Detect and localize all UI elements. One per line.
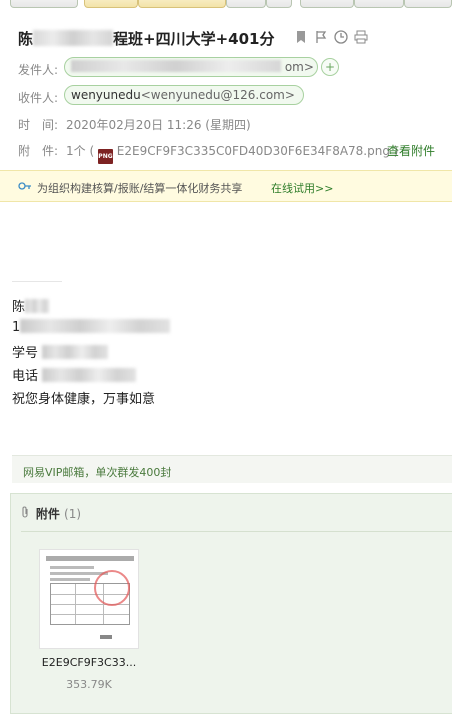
add-contact-button[interactable]: + [321,58,339,76]
stamp-seal [94,570,130,606]
redacted-sender [71,60,281,72]
attachment-name[interactable]: E2E9CF9F3C33... [39,656,139,669]
toolbar-button-reply[interactable] [84,0,138,8]
body-divider [12,281,62,282]
student-id-label: 学号 [12,346,39,361]
redacted-text [20,319,171,333]
body-line-name-prefix: 陈 [12,300,26,315]
attachments-count: (1) [64,507,82,521]
ad-trial-link[interactable]: 在线试用>> [271,180,333,196]
attachments-title: 附件 [35,507,60,521]
to-label: 收件人: [18,91,59,105]
time-value: 2020年02月20日 11:26 (星期四) [66,118,251,132]
sender-pill[interactable]: om> [64,57,318,77]
subject-prefix: 陈 [18,30,34,48]
recipient-email: <wenyunedu@126.com> [140,88,295,102]
mail-subject: 陈 程班+四川大学+401分 [18,28,274,49]
ad-icon [18,180,32,192]
toolbar-button-forward[interactable] [138,0,226,8]
attachments-header: 附件 (1) [21,505,81,522]
thumb-title-bar [46,556,134,561]
thumb-footer [100,635,112,639]
thumb-line [50,578,90,581]
phone-label: 电话 [12,369,39,384]
recipient-pill[interactable]: wenyunedu<wenyunedu@126.com> [64,85,304,105]
body-line-phone: 电话 [12,365,137,384]
redacted-text [42,368,137,382]
thumb-line [50,566,94,569]
to-row: 收件人: wenyunedu<wenyunedu@126.com> [18,85,448,107]
bookmark-icon[interactable] [293,30,309,46]
attachment-size: 353.79K [66,678,112,691]
toolbar-button-delete[interactable] [226,0,266,8]
attachment-count: 1个 ( [66,144,95,158]
view-attachment-link[interactable]: 查看附件 [387,142,435,159]
redacted-text [42,345,109,359]
body-line-program-prefix: 1 [12,320,21,335]
toolbar-button-back[interactable] [10,0,78,8]
from-row: 发件人: om> + [18,57,448,79]
time-row: 时 间: 2020年02月20日 11:26 (星期四) [18,116,448,132]
png-file-icon: PNG [97,149,113,164]
print-icon[interactable] [353,30,369,46]
redacted-text [25,299,50,313]
ad-text: 为组织构建核算/报账/结算一体化财务共享 [37,182,243,195]
attachments-panel: 附件 (1) E2E9CF9F3C33... 353.79K [10,493,452,714]
subject-suffix: 程班+四川大学+401分 [113,30,275,48]
top-toolbar [0,0,452,8]
attachment-thumbnail[interactable] [39,549,139,649]
body-line-wishes: 祝您身体健康，万事如意 [12,392,156,407]
toolbar-button-prev[interactable] [300,0,354,8]
attachment-label: 附 件: [18,144,59,158]
paperclip-icon [21,506,33,521]
flag-icon[interactable] [313,30,329,46]
attachment-filename[interactable]: E2E9CF9F3C335C0FD40D30F6E34F8A78.png ) [117,144,399,158]
subject-row: 陈 程班+四川大学+401分 [18,26,448,52]
vip-promo-text: 网易VIP邮箱，单次群发400封 [23,466,172,479]
body-line-program: 1 [12,319,171,335]
from-label: 发件人: [18,63,59,77]
redacted-text [33,30,114,46]
attachment-row: 附 件: 1个 ( PNG E2E9CF9F3C335C0FD40D30F6E3… [18,142,448,164]
attachments-divider [21,531,452,532]
toolbar-button-more[interactable] [266,0,292,8]
attachment-summary[interactable]: 1个 ( PNG E2E9CF9F3C335C0FD40D30F6E34F8A7… [66,142,398,164]
body-line-student-id: 学号 [12,342,109,361]
toolbar-button-next[interactable] [354,0,404,8]
sender-email-suffix: om> [284,60,314,74]
vip-promo[interactable]: 网易VIP邮箱，单次群发400封 [12,455,452,483]
ad-banner: 为组织构建核算/报账/结算一体化财务共享 在线试用>> [0,170,452,202]
body-line-name: 陈 [12,296,50,315]
recipient-name: wenyunedu [71,88,141,102]
time-label: 时 间: [18,118,59,132]
clock-icon[interactable] [333,30,349,46]
toolbar-button-settings[interactable] [404,0,452,8]
